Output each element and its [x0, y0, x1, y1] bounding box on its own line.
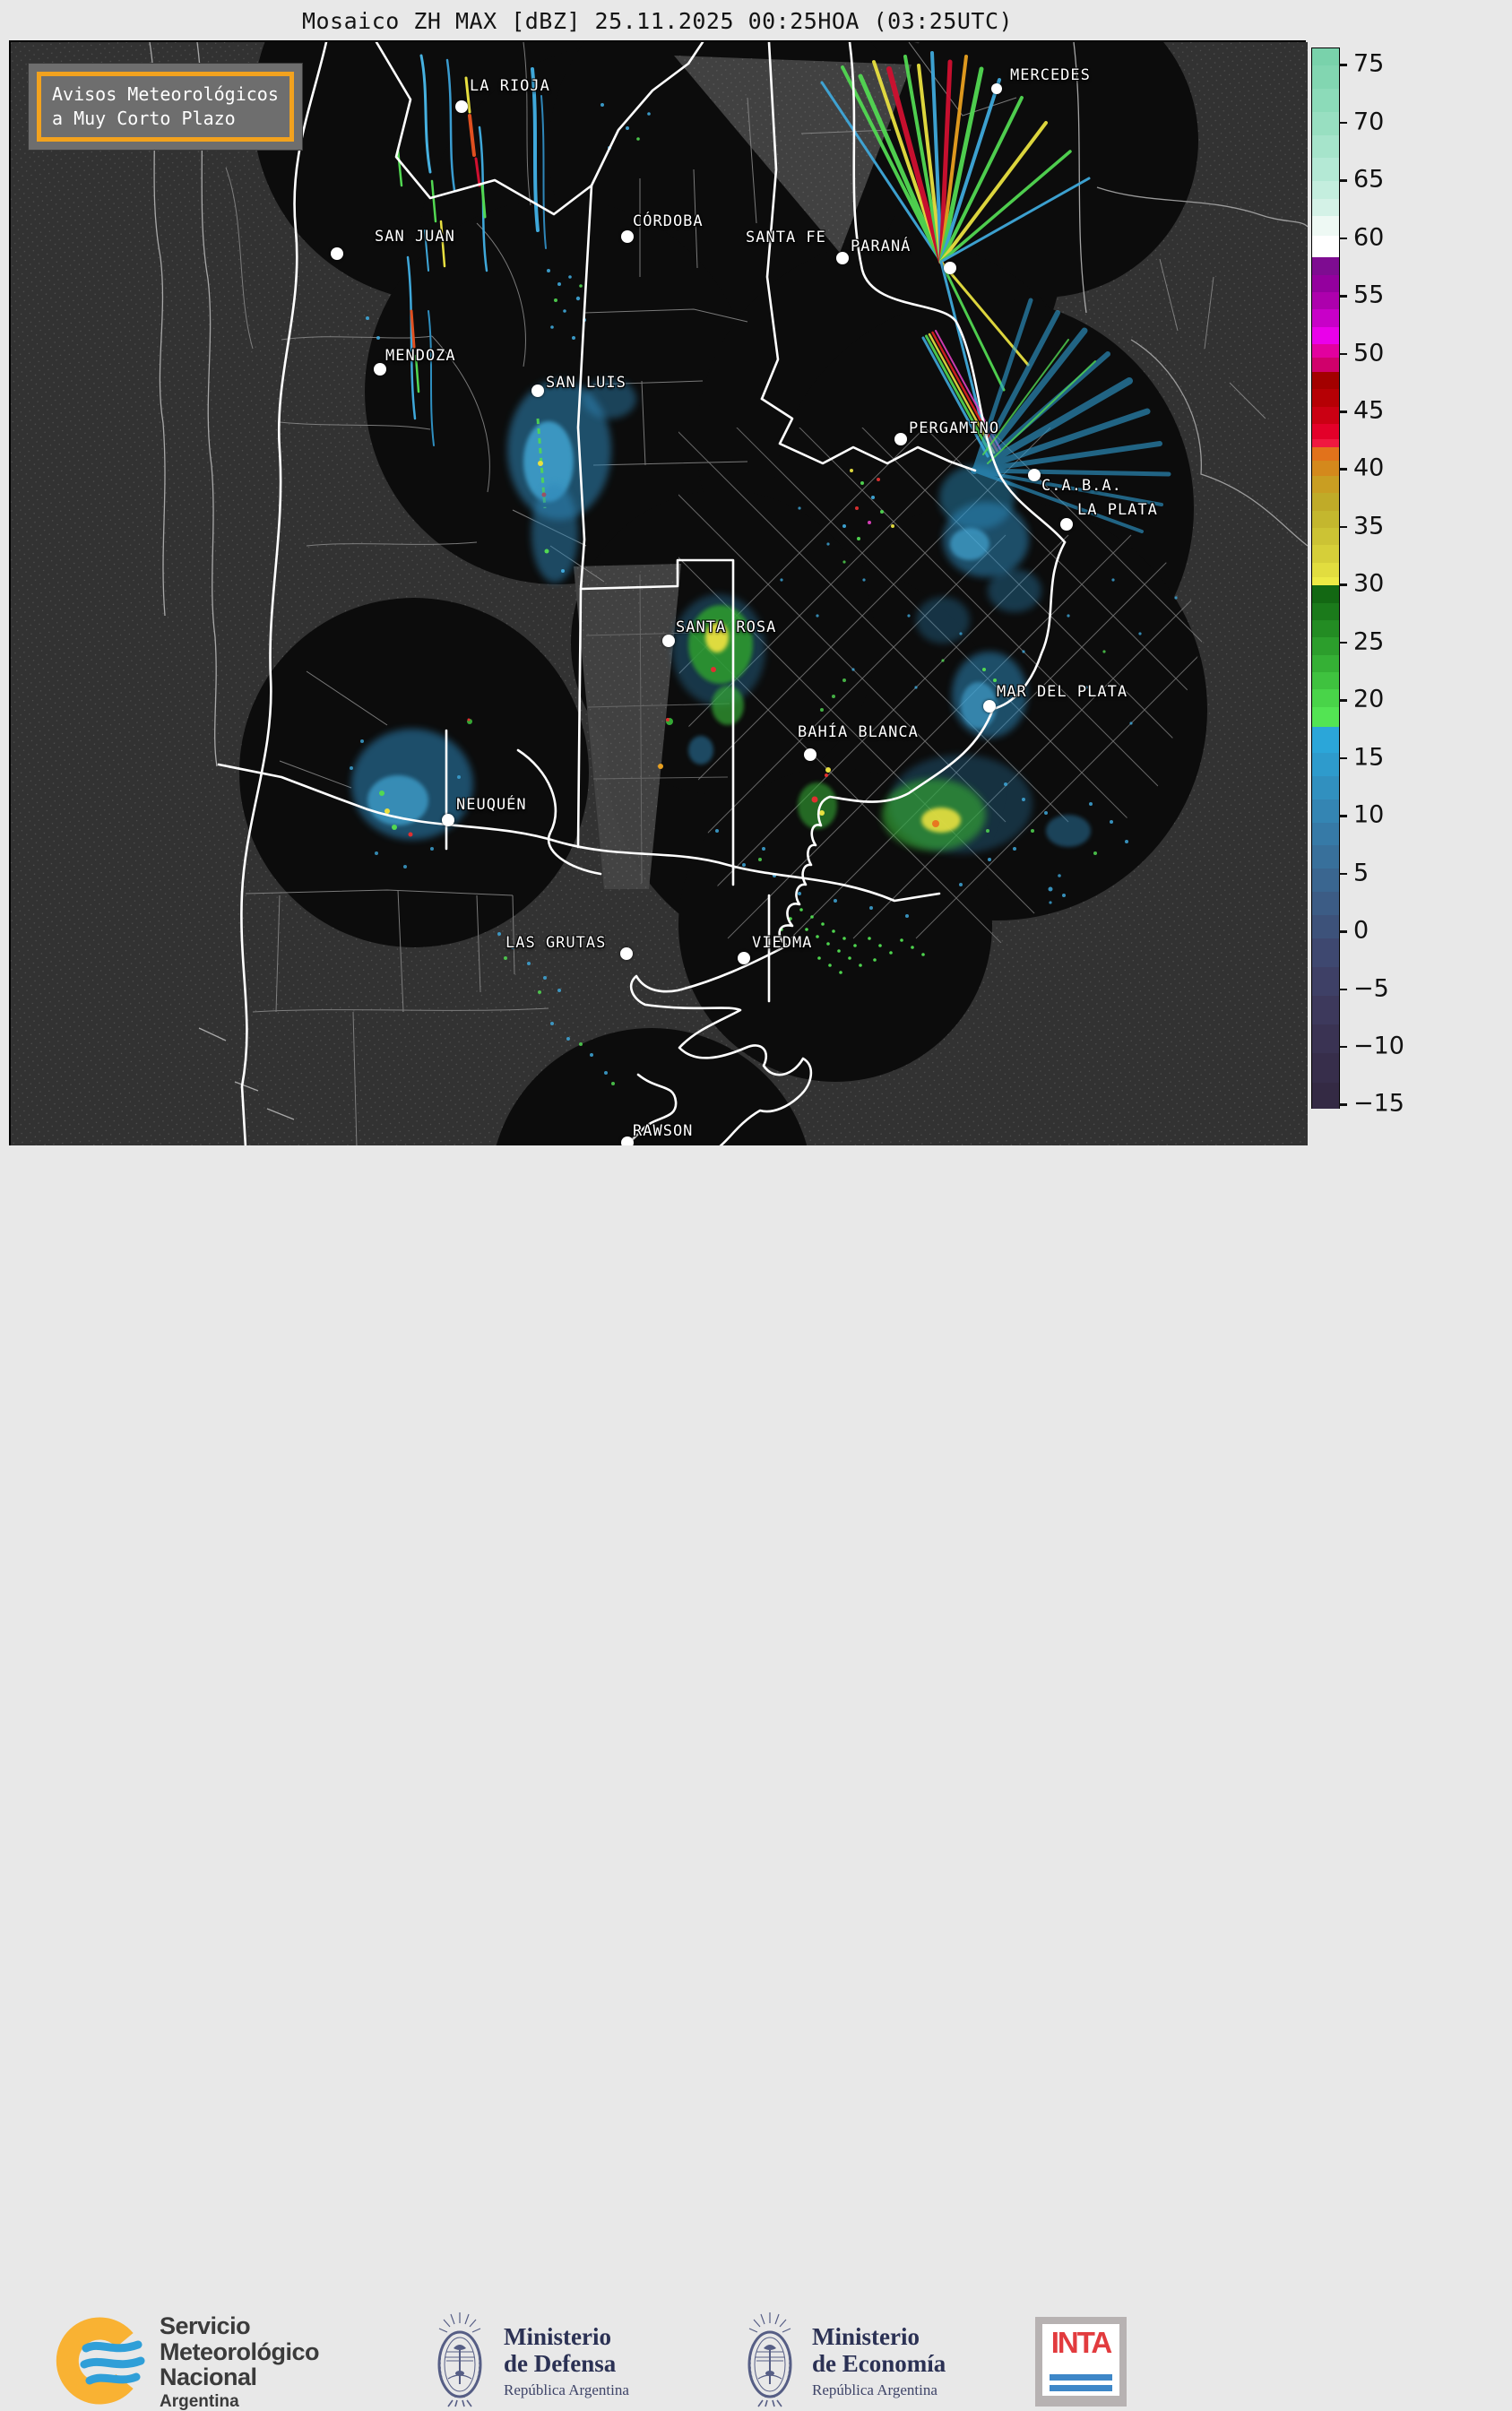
colorbar-tick-label: 0	[1353, 916, 1369, 945]
colorbar-tick	[1339, 872, 1347, 876]
colorbar-tick-label: 5	[1353, 858, 1369, 886]
colorbar-tick-label: 70	[1353, 108, 1385, 136]
economia-wordmark: Ministerio de Economía República Argenti…	[812, 2323, 946, 2399]
inta-bar-2	[1050, 2385, 1112, 2391]
city-marker	[531, 385, 544, 397]
colorbar-tick	[1339, 756, 1347, 760]
city-marker	[1060, 518, 1073, 531]
radar-map: MERCEDES LA RIOJA SAN JUAN CÓRDOBA SANTA FE P…	[9, 40, 1308, 1149]
colorbar-tick	[1339, 179, 1347, 182]
colorbar-tick-label: 45	[1353, 396, 1385, 425]
smn-sub: Argentina	[160, 2391, 239, 2411]
city-label: BAHÍA BLANCA	[798, 723, 919, 741]
colorbar-tick-label: 35	[1353, 512, 1385, 540]
page-title: Mosaico ZH MAX [dBZ] 25.11.2025 00:25HOA…	[301, 8, 1014, 34]
city-marker	[621, 230, 634, 243]
inta-logo-inner: INTA	[1042, 2324, 1119, 2396]
city-marker	[983, 700, 996, 713]
city-label: MAR DEL PLATA	[997, 683, 1128, 701]
city-label: LA RIOJA	[470, 77, 550, 95]
colorbar-tick-label: 50	[1353, 338, 1385, 367]
city-marker	[944, 262, 956, 274]
inta-bar-1	[1050, 2374, 1112, 2381]
defensa-coat-of-arms-icon	[437, 2312, 482, 2407]
colorbar-tick	[1339, 641, 1347, 644]
city-marker	[662, 635, 675, 647]
city-label: NEUQUÉN	[456, 796, 527, 814]
city-marker	[442, 814, 454, 826]
colorbar-tick	[1339, 988, 1347, 991]
city-marker	[455, 100, 468, 113]
colorbar-tick-label: 75	[1353, 49, 1385, 78]
colorbar-tick-label: 15	[1353, 742, 1385, 771]
colorbar-tick	[1339, 525, 1347, 529]
colorbar-tick	[1339, 930, 1347, 933]
city-layer: MERCEDES LA RIOJA SAN JUAN CÓRDOBA SANTA FE P…	[11, 42, 1304, 1149]
city-marker	[1028, 469, 1041, 481]
colorbar-tick-label: 60	[1353, 222, 1385, 251]
inta-logo: INTA	[1035, 2317, 1127, 2407]
colorbar-tick-label: 55	[1353, 281, 1385, 309]
colorbar-tick	[1339, 468, 1347, 471]
colorbar-tick-label: 25	[1353, 627, 1385, 656]
colorbar-tick-label: 20	[1353, 685, 1385, 713]
city-marker	[331, 247, 343, 260]
city-label: SAN JUAN	[375, 228, 455, 246]
city-label: PERGAMINO	[909, 419, 1000, 437]
city-marker	[738, 952, 750, 964]
colorbar-tick	[1339, 410, 1347, 413]
city-marker	[991, 83, 1002, 94]
colorbar-segments	[1312, 48, 1339, 1109]
colorbar-tick	[1339, 699, 1347, 702]
city-label: VIEDMA	[752, 934, 813, 952]
city-label: SANTA FE	[746, 229, 826, 246]
city-label: SAN LUIS	[546, 374, 626, 392]
city-label: LA PLATA	[1077, 501, 1158, 519]
colorbar-tick	[1339, 1045, 1347, 1049]
city-marker	[374, 363, 386, 376]
colorbar-tick	[1339, 1103, 1347, 1106]
colorbar-tick	[1339, 121, 1347, 125]
city-label: CÓRDOBA	[633, 212, 704, 230]
city-marker	[804, 748, 816, 761]
colorbar-tick	[1339, 352, 1347, 356]
colorbar-tick	[1339, 583, 1347, 586]
city-label: PARANÁ	[851, 238, 912, 255]
colorbar-tick-label: 10	[1353, 800, 1385, 829]
colorbar-tick	[1339, 64, 1347, 66]
colorbar-tick-label: −15	[1353, 1089, 1404, 1118]
economia-coat-of-arms-icon	[747, 2312, 792, 2407]
smn-wordmark: Servicio Meteorológico Nacional Argentin…	[160, 2312, 320, 2411]
city-marker	[836, 252, 849, 264]
colorbar-tick-label: 65	[1353, 165, 1385, 194]
colorbar	[1311, 48, 1340, 1109]
alert-overlay-box[interactable]: Avisos Meteorológicos a Muy Corto Plazo	[29, 64, 302, 150]
colorbar-tick	[1339, 295, 1347, 298]
smn-logo-icon	[56, 2317, 145, 2405]
city-label: MENDOZA	[385, 347, 456, 365]
radar-mosaic-page: { "title": "Mosaico ZH MAX [dBZ] 25.11.2…	[0, 0, 1512, 2410]
city-label: RAWSON	[633, 1122, 694, 1140]
colorbar-tick-label: −10	[1353, 1032, 1404, 1060]
colorbar-tick	[1339, 237, 1347, 240]
city-label: MERCEDES	[1010, 66, 1091, 84]
inta-wordmark: INTA	[1050, 2326, 1113, 2359]
colorbar-tick-label: −5	[1353, 973, 1389, 1002]
alert-overlay-text: Avisos Meteorológicos a Muy Corto Plazo	[37, 72, 294, 142]
defensa-wordmark: Ministerio de Defensa República Argentin…	[504, 2323, 629, 2399]
colorbar-tick	[1339, 815, 1347, 817]
colorbar-tick-label: 30	[1353, 569, 1385, 598]
city-marker	[894, 433, 907, 445]
city-marker	[620, 947, 633, 960]
city-label: SANTA ROSA	[676, 618, 777, 636]
footer: Servicio Meteorológico Nacional Argentin…	[0, 1145, 1512, 2410]
city-label: LAS GRUTAS	[505, 934, 607, 952]
city-label: C.A.B.A.	[1041, 477, 1122, 495]
colorbar-tick-label: 40	[1353, 454, 1385, 482]
